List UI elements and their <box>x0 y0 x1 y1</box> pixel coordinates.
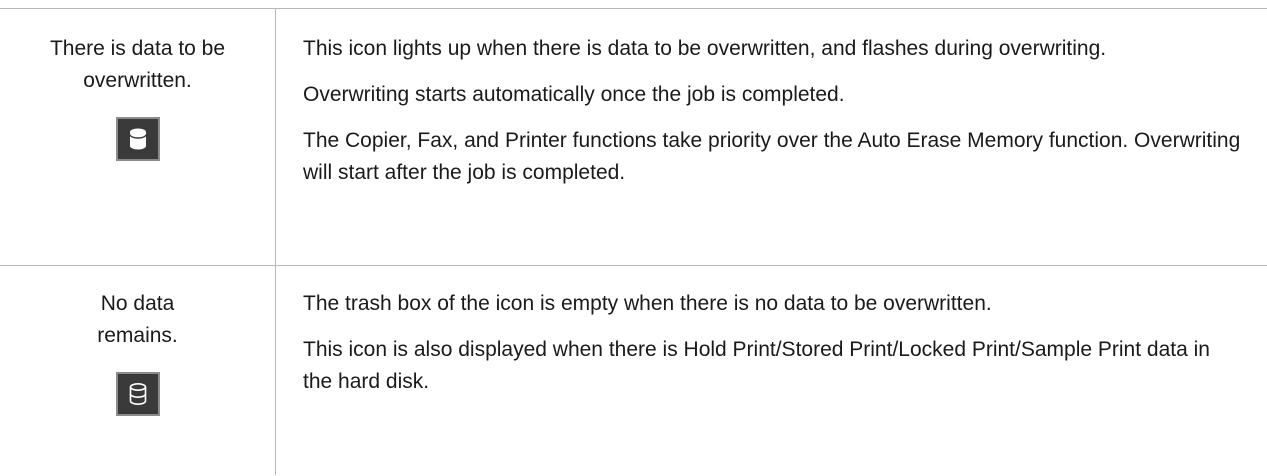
description-paragraph: The trash box of the icon is empty when … <box>303 292 992 315</box>
status-label: No data remains. <box>97 292 178 347</box>
status-table: There is data to be overwritten. This ic… <box>0 8 1267 475</box>
description-cell: The trash box of the icon is empty when … <box>303 266 1243 412</box>
description-cell: This icon lights up when there is data t… <box>303 9 1243 203</box>
database-empty-icon <box>115 372 160 416</box>
table-row: No data remains. The trash box of the ic… <box>0 266 1267 476</box>
status-cell: No data remains. <box>0 266 275 416</box>
table-row: There is data to be overwritten. This ic… <box>0 9 1267 266</box>
description-paragraph: The Copier, Fax, and Printer functions t… <box>303 129 1241 184</box>
database-filled-icon <box>115 117 160 161</box>
status-label: There is data to be overwritten. <box>49 37 226 92</box>
status-cell: There is data to be overwritten. <box>0 9 275 161</box>
description-paragraph: This icon is also displayed when there i… <box>303 338 1210 393</box>
description-paragraph: This icon lights up when there is data t… <box>303 37 1107 60</box>
description-paragraph: Overwriting starts automatically once th… <box>303 83 845 106</box>
